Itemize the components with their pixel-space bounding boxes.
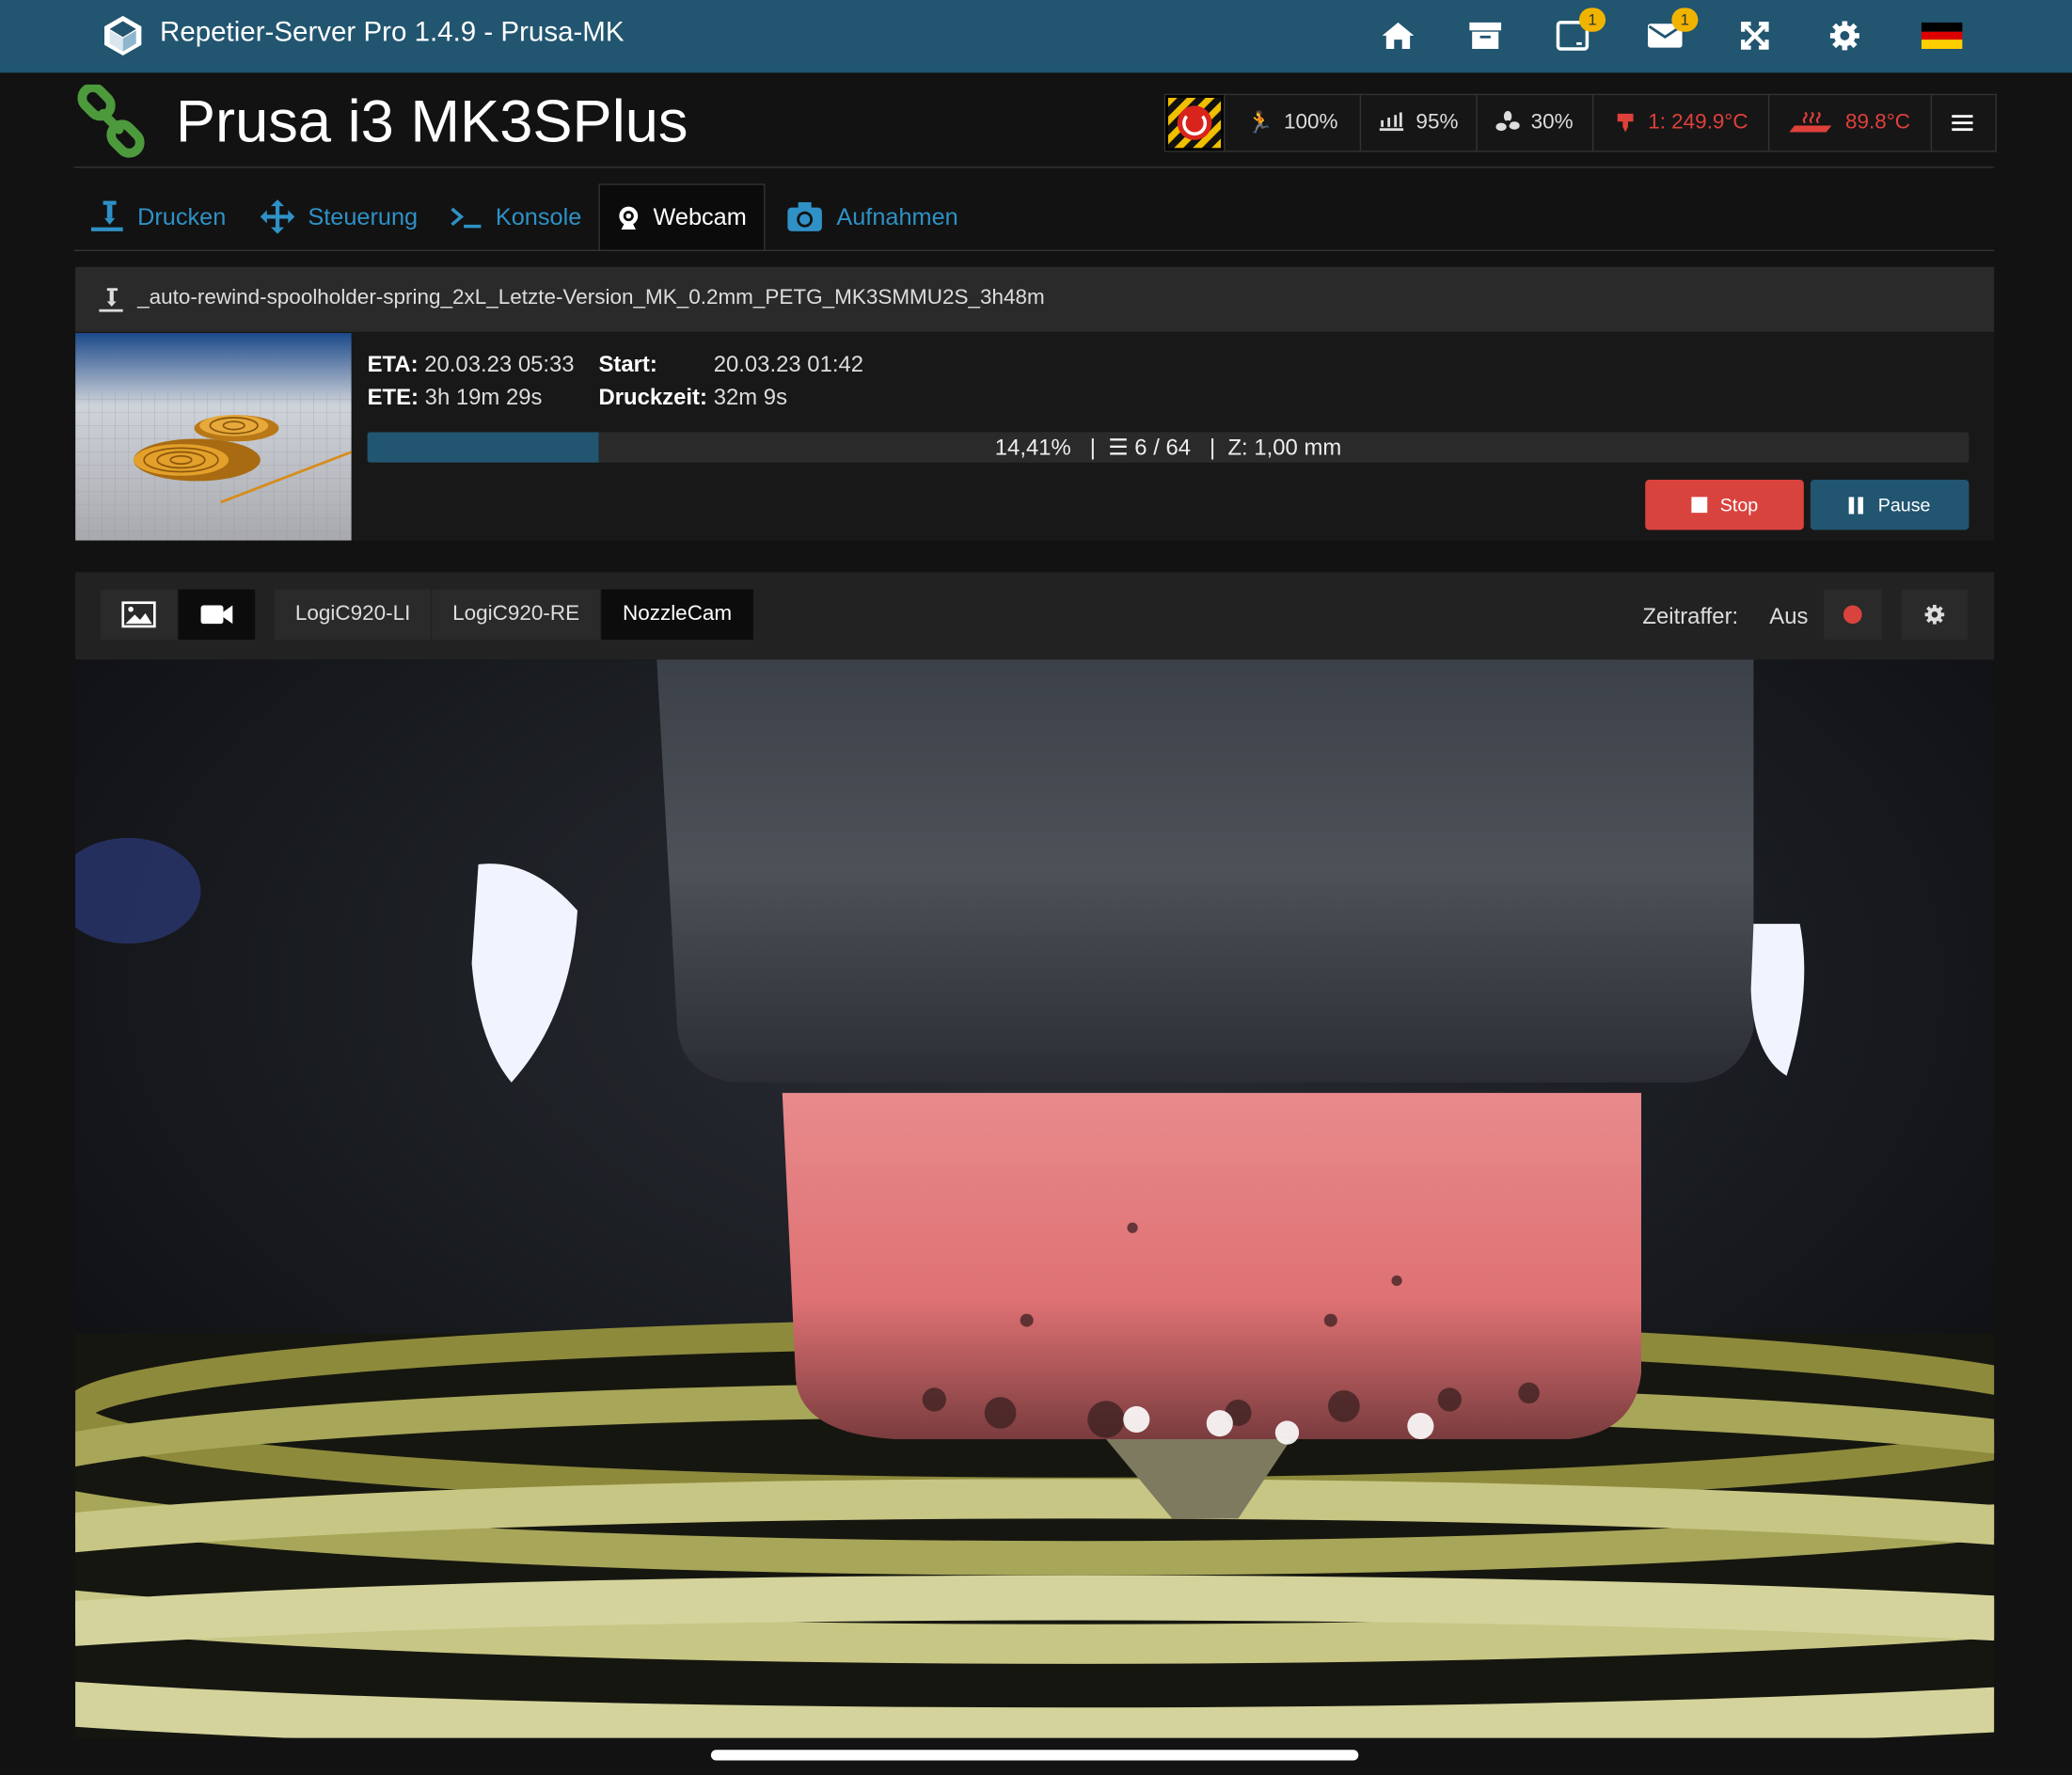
app-title: Repetier-Server Pro 1.4.9 - Prusa-MK [160,17,625,48]
print-icon [90,200,123,231]
layers-icon: ☰ [1108,435,1129,460]
webcam-panel: LogiC920-LI LogiC920-RE NozzleCam Zeitra… [75,572,1995,1738]
speed-status[interactable]: 🏃 100% [1224,95,1360,151]
emergency-stop-icon [1168,97,1222,149]
connected-link-icon [77,84,145,158]
notification-badge: 1 [1578,8,1606,32]
timelapse-record-button[interactable] [1823,589,1882,641]
tab-steuerung[interactable]: Steuerung [260,183,418,249]
terminal-icon [451,207,482,229]
image-icon [121,601,156,628]
flag-germany-icon[interactable] [1921,22,1963,49]
fan-icon [1496,111,1521,132]
printer-name: Prusa i3 MK3SPlus [175,87,688,155]
pause-button[interactable]: Pause [1810,480,1969,531]
camera-button-logic920-re[interactable]: LogiC920-RE [432,589,600,641]
gear-icon[interactable] [1825,16,1864,55]
video-mode-button[interactable] [178,589,256,641]
progress-text: 14,41% | ☰ 6 / 64 | Z: 1,00 mm [994,435,1342,460]
printtime-value: 32m 9s [713,384,788,410]
flow-icon [1380,112,1404,132]
tab-aufnahmen[interactable]: Aufnahmen [786,183,958,249]
printer-status-bar: 🏃 100% 95% 30% 1: 249.9°C 89.8°C [1163,93,1997,152]
fan-status[interactable]: 30% [1476,95,1592,151]
start-label: Start: [598,351,657,377]
bed-temp-status[interactable]: 89.8°C [1767,95,1931,151]
timelapse-label: Zeitraffer: [1642,604,1739,629]
heated-bed-icon [1790,111,1832,133]
tab-drucken[interactable]: Drucken [90,183,227,249]
ete-value: 3h 19m 29s [424,384,543,410]
print-progress-bar: 14,41% | ☰ 6 / 64 | Z: 1,00 mm [367,432,1969,463]
header-divider [73,166,1995,168]
tab-konsole[interactable]: Konsole [451,183,581,249]
camera-button-logic920-li[interactable]: LogiC920-LI [275,589,432,641]
tablet-icon[interactable]: 1 [1553,8,1606,55]
stop-button[interactable]: Stop [1645,480,1804,531]
webcam-toolbar: LogiC920-LI LogiC920-RE NozzleCam Zeitra… [75,572,1995,660]
tab-webcam[interactable]: Webcam [598,183,766,250]
message-badge: 1 [1671,8,1699,32]
printtime-label: Druckzeit: [598,384,707,410]
tabs-divider [73,249,1995,251]
ete-row: ETE: 3h 19m 29s [367,384,543,410]
archive-icon[interactable] [1465,16,1505,55]
timelapse-value: Aus [1769,604,1809,629]
snapshot-mode-button[interactable] [100,589,178,641]
repetier-logo-icon [103,15,142,56]
top-bar: Repetier-Server Pro 1.4.9 - Prusa-MK 1 1 [0,0,2072,73]
expand-icon[interactable] [1735,16,1775,55]
envelope-icon[interactable]: 1 [1645,8,1699,55]
video-camera-icon [200,605,233,625]
hamburger-menu-icon [1952,115,1973,132]
eta-value: 20.03.23 05:33 [424,351,575,377]
home-indicator [710,1750,1359,1761]
main-tabs: Drucken Steuerung Konsole Webcam Aufnahm… [74,183,1994,250]
gear-icon [1924,605,1945,625]
print-icon [99,288,123,312]
webcam-icon [619,205,639,230]
model-preview-thumbnail[interactable] [75,333,352,541]
job-filename: _auto-rewind-spoolholder-spring_2xL_Letz… [137,286,1045,309]
job-header: _auto-rewind-spoolholder-spring_2xL_Letz… [75,266,1995,332]
record-icon [1843,605,1862,625]
webcam-video-feed [75,659,1995,1738]
stop-icon [1690,497,1707,514]
extruder-icon [1617,113,1634,133]
camera-icon [787,201,822,231]
home-icon[interactable] [1378,16,1417,55]
running-icon: 🏃 [1246,112,1273,135]
timelapse-settings-button[interactable] [1901,589,1969,641]
emergency-stop-button[interactable] [1165,95,1225,151]
menu-button[interactable] [1930,95,1993,151]
pause-icon [1848,496,1864,514]
extruder-temp-status[interactable]: 1: 249.9°C [1592,95,1768,151]
print-job-panel: _auto-rewind-spoolholder-spring_2xL_Letz… [75,266,1995,541]
eta-row: ETA: 20.03.23 05:33 [367,351,575,377]
move-icon [260,199,295,234]
flow-status[interactable]: 95% [1359,95,1477,151]
camera-button-nozzlecam[interactable]: NozzleCam [601,589,753,641]
start-value: 20.03.23 01:42 [713,351,864,377]
